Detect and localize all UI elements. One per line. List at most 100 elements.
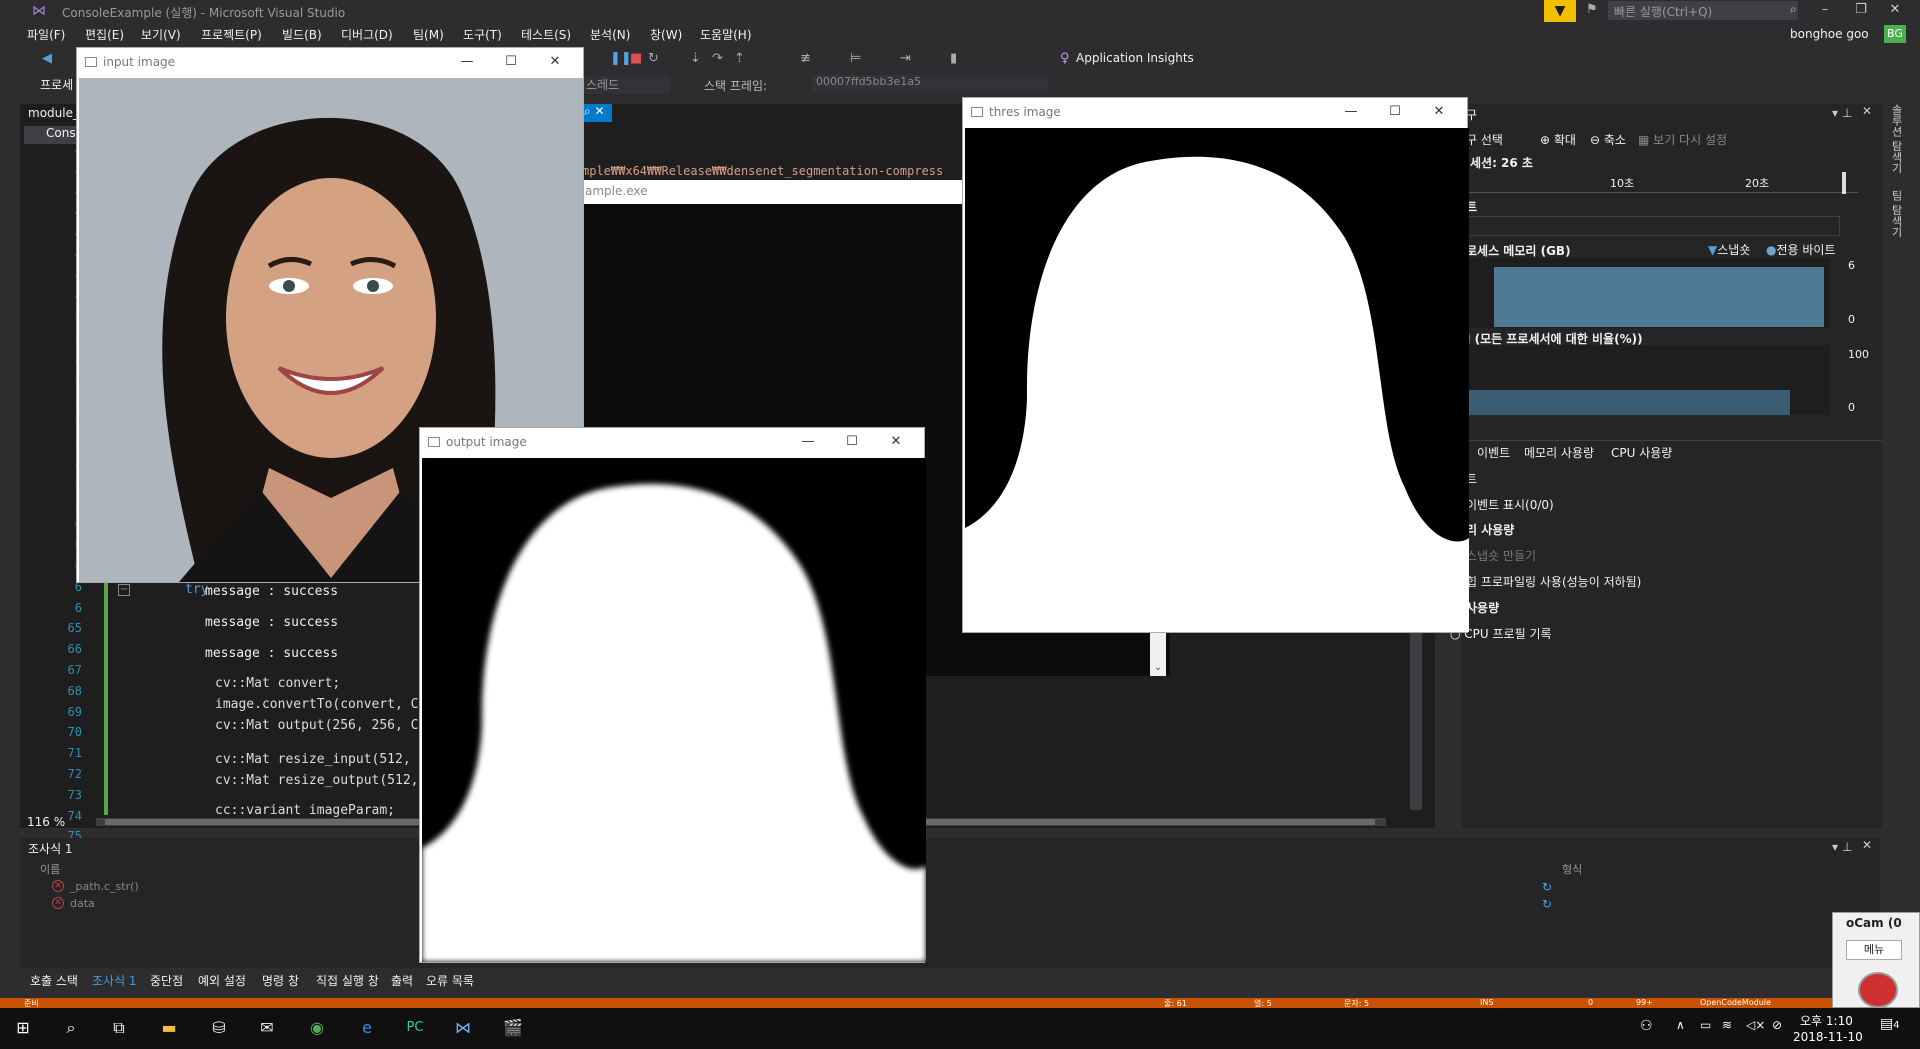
- clapperboard-icon[interactable]: 🎬: [500, 1015, 526, 1041]
- show-events-link[interactable]: 이벤트 표시(0/0): [1466, 496, 1554, 513]
- code-line[interactable]: cc::variant imageParam;: [215, 803, 395, 818]
- menu-item[interactable]: 프로젝트(P): [201, 26, 262, 43]
- menu-item[interactable]: 편집(E): [85, 26, 124, 43]
- tab-cpu-usage[interactable]: CPU 사용량: [1611, 444, 1672, 461]
- thread-dropdown[interactable]: 스레드: [582, 76, 670, 94]
- close-button[interactable]: ✕: [1880, 0, 1910, 22]
- select-tools-dropdown[interactable]: 구 선택: [1466, 131, 1503, 148]
- menu-item[interactable]: 도구(T): [463, 26, 502, 43]
- volume-icon[interactable]: ◁×: [1746, 1018, 1765, 1032]
- clock-time[interactable]: 오후 1:10: [1800, 1012, 1853, 1029]
- bottom-tab[interactable]: 조사식 1: [92, 972, 137, 989]
- menu-item[interactable]: 빌드(B): [282, 26, 322, 43]
- step-out-icon[interactable]: ⇡: [734, 51, 745, 66]
- menu-item[interactable]: 도움말(H): [700, 26, 752, 43]
- close-button[interactable]: ✕: [874, 428, 918, 456]
- search-icon[interactable]: ⌕: [58, 1015, 84, 1041]
- quick-launch-input[interactable]: 빠른 실행(Ctrl+Q): [1608, 1, 1798, 20]
- maximize-button[interactable]: ☐: [489, 48, 533, 76]
- bottom-tab[interactable]: 중단점: [150, 972, 183, 989]
- step-into-icon[interactable]: ⇣: [690, 51, 701, 66]
- zoom-level[interactable]: 116 %: [27, 815, 65, 829]
- menu-item[interactable]: 파일(F): [27, 26, 65, 43]
- file-tab[interactable]: module_: [28, 106, 79, 120]
- visual-studio-taskbar-icon[interactable]: ⋈: [450, 1015, 476, 1041]
- refresh-icon[interactable]: ↻: [1542, 880, 1552, 894]
- bottom-tab[interactable]: 오류 목록: [426, 972, 474, 989]
- window-titlebar[interactable]: input image — ☐ ✕: [77, 48, 583, 76]
- menu-item[interactable]: 분석(N): [590, 26, 630, 43]
- column-name[interactable]: 이름: [40, 861, 60, 877]
- menu-item[interactable]: 테스트(S): [521, 26, 571, 43]
- watch-row[interactable]: data: [70, 897, 95, 910]
- menu-item[interactable]: 창(W): [650, 26, 682, 43]
- wifi-icon[interactable]: ≋: [1722, 1018, 1732, 1032]
- edge-icon[interactable]: e: [354, 1015, 380, 1041]
- bottom-tab[interactable]: 출력: [391, 972, 413, 989]
- minimize-button[interactable]: —: [1329, 98, 1373, 126]
- stack-frame-dropdown[interactable]: 00007ffd5bb3e1a5: [812, 75, 1048, 93]
- refresh-icon[interactable]: ↻: [1542, 897, 1552, 911]
- hex-display-icon[interactable]: ≢: [800, 51, 811, 66]
- bottom-tab[interactable]: 호출 스택: [30, 972, 78, 989]
- status-errors[interactable]: 0: [1588, 998, 1593, 1007]
- code-line[interactable]: cv::Mat output(256, 256, CV_: [215, 718, 434, 733]
- close-button[interactable]: ✕: [1417, 98, 1461, 126]
- panel-close-icon[interactable]: ✕: [1862, 104, 1872, 118]
- window-titlebar[interactable]: thres image — ☐ ✕: [963, 98, 1467, 126]
- comment-icon[interactable]: ⊨: [850, 51, 861, 66]
- minimize-button[interactable]: –: [1810, 0, 1840, 22]
- file-explorer-icon[interactable]: ▬: [156, 1015, 182, 1041]
- menu-item[interactable]: 디버그(D): [341, 26, 393, 43]
- pin-icon[interactable]: ▾ ⊥: [1832, 106, 1852, 120]
- watch-close-icon[interactable]: ✕: [1862, 838, 1872, 852]
- record-button[interactable]: [1858, 972, 1898, 1008]
- reset-view-button[interactable]: ▦ 보기 다시 설정: [1638, 131, 1727, 148]
- battery-icon[interactable]: ▭: [1700, 1018, 1711, 1032]
- ocam-menu-button[interactable]: 메뉴: [1846, 940, 1902, 960]
- chrome-icon[interactable]: ◉: [304, 1015, 330, 1041]
- user-avatar[interactable]: BG: [1884, 25, 1906, 43]
- clock-date[interactable]: 2018-11-10: [1793, 1030, 1863, 1044]
- thres-image-window[interactable]: thres image — ☐ ✕: [962, 97, 1469, 633]
- feedback-filter-icon[interactable]: ▼: [1544, 0, 1576, 22]
- notification-icon[interactable]: ⚑: [1586, 2, 1598, 17]
- start-windows-icon[interactable]: ⊞: [10, 1015, 36, 1041]
- maximize-button[interactable]: ☐: [830, 428, 874, 456]
- watch-row[interactable]: _path.c_str(): [70, 880, 139, 893]
- user-name[interactable]: bonghoe goo: [1790, 27, 1869, 41]
- zoom-out-button[interactable]: ⊖ 축소: [1590, 131, 1626, 148]
- menu-item[interactable]: 팀(M): [413, 26, 444, 43]
- action-center-icon[interactable]: ▤4: [1880, 1016, 1900, 1032]
- mail-icon[interactable]: ✉: [254, 1015, 280, 1041]
- code-line[interactable]: cv::Mat resize_output(512, 5: [215, 773, 434, 788]
- team-explorer-side-tab[interactable]: 팀 탐색기: [1888, 190, 1904, 250]
- code-line[interactable]: image.convertTo(convert, CV_: [215, 697, 434, 712]
- stop-icon[interactable]: ■: [630, 51, 642, 66]
- restart-icon[interactable]: ↻: [648, 51, 659, 66]
- minimize-button[interactable]: —: [445, 48, 489, 76]
- pycharm-icon[interactable]: PC: [402, 1015, 428, 1041]
- column-type[interactable]: 형식: [1562, 861, 1582, 877]
- store-icon[interactable]: ⛁: [206, 1015, 232, 1041]
- heap-profiling-checkbox[interactable]: 힙 프로파일링 사용(성능이 저하됨): [1466, 573, 1641, 590]
- console-scroll-down[interactable]: ⌄: [1150, 628, 1166, 676]
- active-doc-tab[interactable]: ⌕ ✕: [580, 104, 612, 122]
- status-project[interactable]: OpenCodeModule: [1700, 998, 1771, 1007]
- zoom-in-button[interactable]: ⊕ 확대: [1540, 131, 1576, 148]
- bottom-tab[interactable]: 명령 창: [262, 972, 299, 989]
- task-view-icon[interactable]: ⧉: [106, 1015, 132, 1041]
- maximize-button[interactable]: ☐: [1373, 98, 1417, 126]
- menu-item[interactable]: 보기(V): [141, 26, 181, 43]
- bottom-tab[interactable]: 직접 실행 창: [316, 972, 379, 989]
- back-icon[interactable]: ◀: [42, 51, 52, 66]
- events-track[interactable]: [1468, 216, 1840, 236]
- pause-icon[interactable]: ❚❚: [610, 51, 632, 66]
- step-over-icon[interactable]: ↷: [712, 51, 723, 66]
- window-titlebar[interactable]: output image — ☐ ✕: [420, 428, 924, 456]
- timeline-cursor[interactable]: [1842, 172, 1846, 194]
- maximize-button[interactable]: ❐: [1846, 0, 1876, 22]
- watch-pin-icon[interactable]: ▾ ⊥: [1832, 840, 1852, 854]
- tray-expand-icon[interactable]: ∧: [1676, 1018, 1685, 1032]
- solution-explorer-side-tab[interactable]: 솔루션 탐색기: [1888, 104, 1904, 184]
